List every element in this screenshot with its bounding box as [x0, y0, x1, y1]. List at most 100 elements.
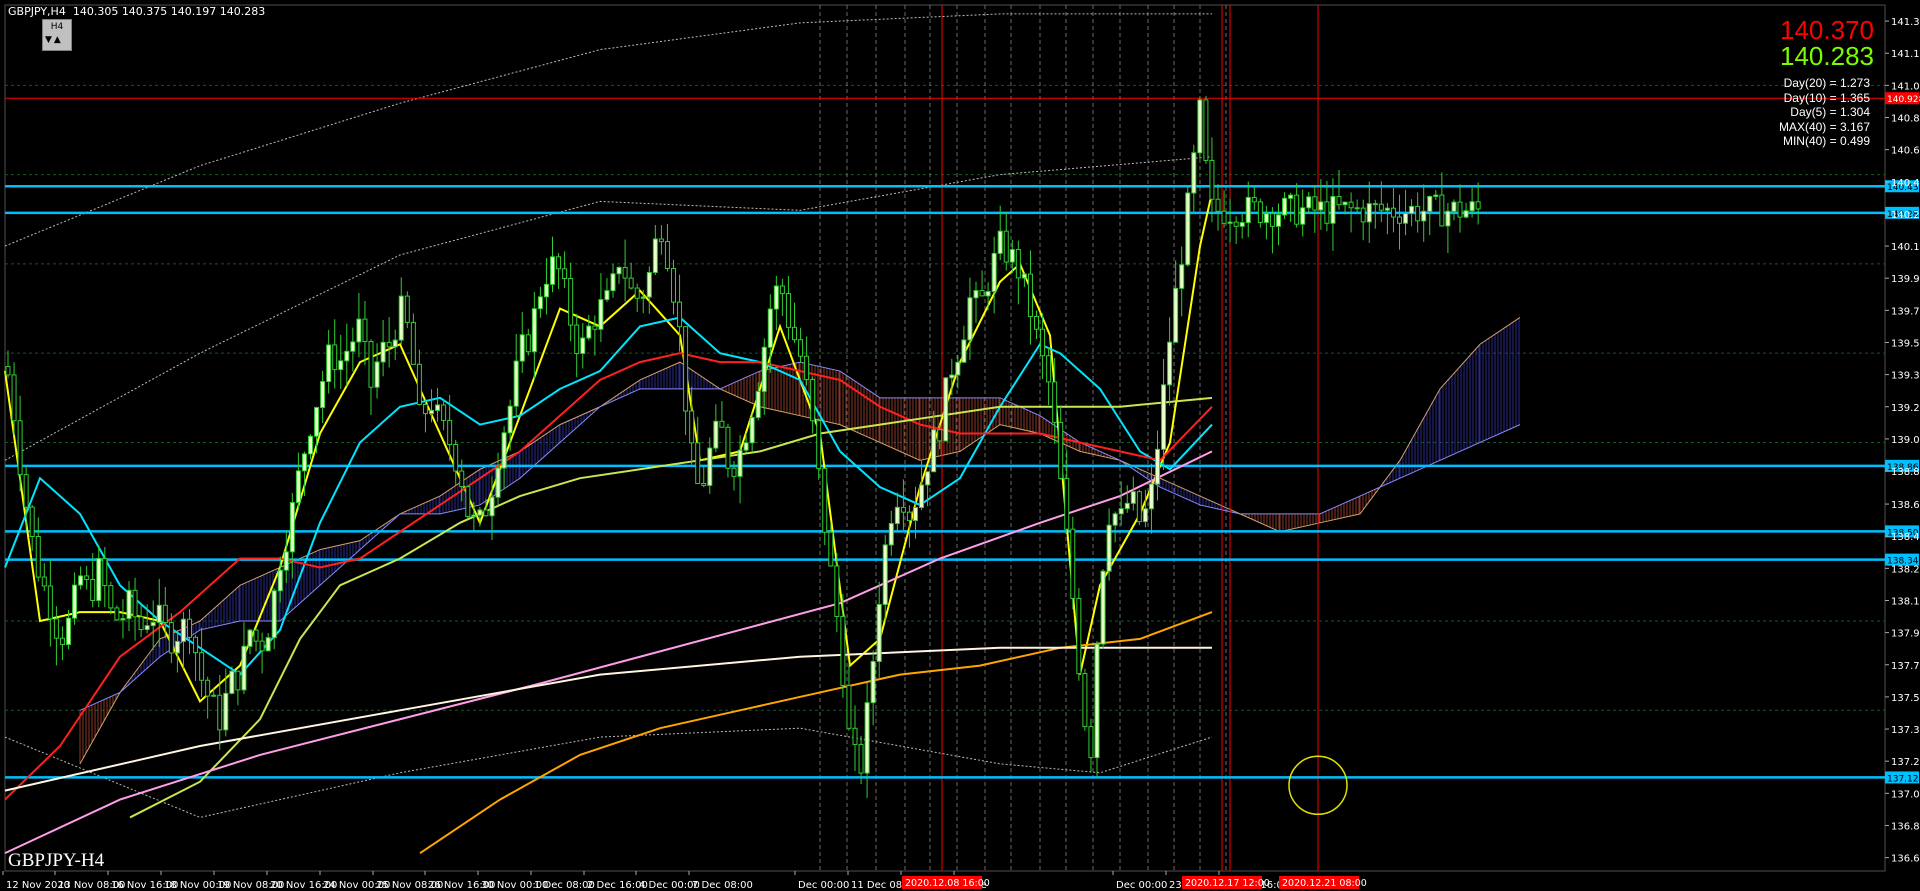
candle-body — [295, 470, 301, 504]
candle-body — [5, 366, 11, 376]
candle-body — [1233, 221, 1239, 227]
candle-body — [314, 407, 320, 437]
time-label: 2020.12.21 08:00 — [1282, 878, 1367, 889]
candle-body — [1191, 152, 1197, 194]
candle-body — [501, 432, 507, 469]
candle-body — [1269, 213, 1275, 227]
candle-body — [1046, 355, 1052, 383]
candle-body — [35, 536, 41, 578]
y-tick-label: 137.215 — [1891, 757, 1920, 768]
stat-day10: Day(10) = 1.365 — [1783, 90, 1870, 105]
candle-body — [683, 326, 689, 412]
candle-body — [1203, 99, 1209, 161]
candle-body — [671, 267, 676, 303]
candle-body — [689, 410, 695, 444]
candle-body — [876, 603, 882, 662]
candle-body — [731, 467, 737, 477]
candle-body — [616, 266, 622, 275]
candle-body — [1409, 205, 1415, 214]
bid-price: 140.283 — [1780, 41, 1874, 71]
candle-body — [447, 419, 453, 446]
candle-body — [1100, 570, 1106, 645]
candle-body — [1288, 194, 1294, 199]
candle-body — [489, 496, 495, 517]
candle-body — [144, 625, 150, 631]
candle-body — [132, 589, 138, 618]
candle-body — [374, 361, 380, 388]
candle-body — [11, 374, 17, 422]
candle-body — [943, 377, 949, 442]
time-label: 2020.12.08 16:00 — [905, 878, 990, 889]
candle-body — [1397, 216, 1402, 224]
candle-body — [301, 453, 307, 472]
stat-min40: MIN(40) = 0.499 — [1782, 134, 1870, 149]
candle-body — [1209, 159, 1215, 200]
candle-body — [719, 420, 725, 428]
timeframe-box[interactable]: H4 ▼▲ — [42, 19, 72, 51]
candle-body — [1070, 528, 1076, 599]
y-tick-label: 139.920 — [1891, 274, 1920, 285]
candle-body — [1167, 341, 1173, 386]
y-tick-label: 137.935 — [1891, 629, 1920, 640]
y-tick-label: 140.820 — [1891, 113, 1920, 124]
candle-body — [804, 355, 810, 381]
candle-body — [1403, 212, 1409, 224]
candle-body — [822, 467, 828, 533]
candle-body — [1064, 477, 1070, 530]
candle-body — [1372, 203, 1378, 206]
volatility-stats: Day(20) = 1.273 Day(10) = 1.365 Day(5) =… — [1779, 76, 1870, 149]
candle-body — [174, 640, 180, 654]
candle-body — [1034, 316, 1039, 330]
x-tick-label: 4 Dec 00:00 — [639, 880, 700, 891]
candle-body — [362, 318, 368, 343]
candle-body — [150, 621, 156, 627]
candle-body — [737, 449, 743, 477]
y-tick-label: 137.035 — [1891, 789, 1920, 800]
candle-body — [834, 565, 840, 617]
candle-body — [368, 341, 374, 388]
y-tick-label: 138.475 — [1891, 532, 1920, 543]
y-tick-label: 140.100 — [1891, 242, 1920, 253]
candle-body — [350, 341, 356, 352]
candle-body — [1276, 214, 1281, 227]
candle-body — [90, 578, 96, 602]
y-tick-label: 139.560 — [1891, 338, 1920, 349]
candle-body — [574, 324, 580, 354]
candle-body — [1300, 207, 1306, 225]
candle-body — [1445, 210, 1451, 227]
candle-body — [277, 569, 283, 592]
candle-body — [773, 285, 779, 310]
candle-body — [1021, 273, 1027, 279]
candle-body — [404, 295, 410, 323]
scroll-arrows-icon[interactable]: ▼▲ — [45, 35, 63, 45]
candle-body — [271, 590, 277, 639]
candle-body — [1155, 448, 1160, 485]
candle-body — [761, 346, 767, 393]
candle-body — [259, 640, 265, 652]
y-tick-label: 141.000 — [1891, 81, 1920, 92]
candle-body — [1040, 328, 1046, 357]
candle-body — [235, 670, 241, 691]
candle-body — [610, 273, 616, 292]
candle-body — [858, 743, 864, 774]
candle-body — [1179, 264, 1185, 289]
candle-body — [1245, 196, 1251, 224]
candle-body — [997, 230, 1003, 254]
candle-body — [1082, 673, 1088, 728]
candle-body — [126, 589, 132, 620]
candle-body — [846, 684, 852, 729]
candle-body — [1451, 201, 1457, 212]
candle-body — [707, 447, 713, 486]
candle-body — [779, 285, 785, 295]
candle-body — [453, 444, 459, 472]
candle-body — [810, 379, 816, 422]
candle-body — [41, 576, 47, 587]
candle-body — [187, 618, 192, 638]
price-chart[interactable]: 140.928140.435140.286138.869138.502138.3… — [0, 0, 1920, 891]
candle-body — [483, 509, 489, 517]
candle-body — [17, 420, 23, 476]
candle-body — [622, 266, 628, 279]
chart-watermark: GBPJPY-H4 — [8, 850, 105, 871]
candle-body — [713, 420, 719, 449]
candle-body — [870, 660, 876, 704]
